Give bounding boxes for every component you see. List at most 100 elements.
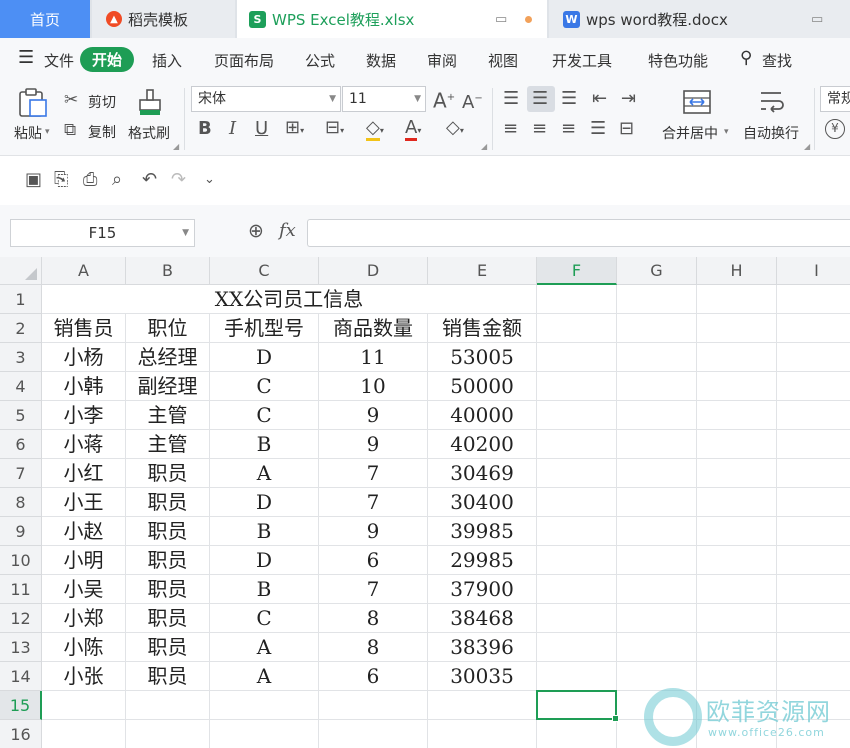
- eraser-icon[interactable]: ◇▾: [446, 119, 464, 140]
- data-cell[interactable]: 小郑: [42, 604, 126, 633]
- empty-cell[interactable]: [210, 691, 319, 720]
- empty-cell[interactable]: [777, 285, 850, 314]
- data-cell[interactable]: 39985: [428, 517, 537, 546]
- empty-cell[interactable]: [697, 314, 777, 343]
- tab-word-document[interactable]: W wps word教程.docx ▭: [549, 0, 850, 38]
- header-cell[interactable]: 职位: [126, 314, 210, 343]
- header-cell[interactable]: 销售员: [42, 314, 126, 343]
- data-cell[interactable]: 小李: [42, 401, 126, 430]
- unsaved-dot-icon[interactable]: [525, 16, 532, 23]
- clipboard-expand-icon[interactable]: ◢: [173, 142, 179, 151]
- row-header-16[interactable]: 16: [0, 720, 42, 748]
- justify-icon[interactable]: ☰: [590, 120, 606, 138]
- data-cell[interactable]: 副经理: [126, 372, 210, 401]
- data-cell[interactable]: 职员: [126, 575, 210, 604]
- bold-icon[interactable]: B: [198, 120, 212, 138]
- paste-button[interactable]: 粘贴: [14, 123, 42, 143]
- align-middle-icon[interactable]: ☰: [532, 90, 548, 108]
- save-icon[interactable]: ▣: [25, 171, 42, 189]
- format-painter-icon[interactable]: [136, 88, 164, 118]
- empty-cell[interactable]: [126, 691, 210, 720]
- data-cell[interactable]: D: [210, 343, 319, 372]
- empty-cell[interactable]: [537, 662, 617, 691]
- data-cell[interactable]: C: [210, 604, 319, 633]
- empty-cell[interactable]: [617, 430, 697, 459]
- font-color-icon[interactable]: A▾: [405, 117, 421, 141]
- format-painter-button[interactable]: 格式刷: [128, 123, 170, 143]
- row-header-3[interactable]: 3: [0, 343, 42, 372]
- font-size-select[interactable]: 11 ▼: [342, 86, 426, 112]
- merge-center-button[interactable]: 合并居中: [662, 123, 718, 143]
- data-cell[interactable]: B: [210, 517, 319, 546]
- data-cell[interactable]: 38396: [428, 633, 537, 662]
- search-icon[interactable]: ⚲: [740, 48, 752, 68]
- menu-special-features[interactable]: 特色功能: [648, 50, 708, 71]
- tab-home[interactable]: 首页: [0, 0, 90, 38]
- column-header-c[interactable]: C: [210, 257, 319, 285]
- italic-icon[interactable]: I: [229, 120, 236, 138]
- alignment-expand-icon[interactable]: ◢: [804, 142, 810, 151]
- data-cell[interactable]: 50000: [428, 372, 537, 401]
- distribute-icon[interactable]: ⊟: [619, 120, 634, 138]
- data-cell[interactable]: 总经理: [126, 343, 210, 372]
- data-cell[interactable]: 主管: [126, 430, 210, 459]
- empty-cell[interactable]: [210, 720, 319, 748]
- row-header-1[interactable]: 1: [0, 285, 42, 314]
- data-cell[interactable]: 职员: [126, 604, 210, 633]
- empty-cell[interactable]: [617, 372, 697, 401]
- row-header-15[interactable]: 15: [0, 691, 42, 720]
- data-cell[interactable]: 8: [319, 633, 428, 662]
- empty-cell[interactable]: [537, 372, 617, 401]
- tab-daoke-templates[interactable]: ▲ 稻壳模板: [92, 0, 235, 38]
- empty-cell[interactable]: [428, 720, 537, 748]
- header-cell[interactable]: 销售金额: [428, 314, 537, 343]
- empty-cell[interactable]: [537, 633, 617, 662]
- row-header-10[interactable]: 10: [0, 546, 42, 575]
- empty-cell[interactable]: [319, 720, 428, 748]
- empty-cell[interactable]: [617, 546, 697, 575]
- empty-cell[interactable]: [617, 488, 697, 517]
- empty-cell[interactable]: [697, 575, 777, 604]
- data-cell[interactable]: B: [210, 575, 319, 604]
- underline-icon[interactable]: U: [255, 120, 268, 138]
- increase-font-size-icon[interactable]: A+: [433, 89, 455, 111]
- select-all-corner[interactable]: [0, 257, 42, 285]
- font-name-select[interactable]: 宋体 ▼: [191, 86, 341, 112]
- data-cell[interactable]: A: [210, 633, 319, 662]
- empty-cell[interactable]: [617, 343, 697, 372]
- header-cell[interactable]: 手机型号: [210, 314, 319, 343]
- empty-cell[interactable]: [777, 517, 850, 546]
- empty-cell[interactable]: [537, 488, 617, 517]
- data-cell[interactable]: 9: [319, 517, 428, 546]
- data-cell[interactable]: B: [210, 430, 319, 459]
- undo-icon[interactable]: ↶: [142, 171, 157, 189]
- menu-file[interactable]: 文件: [44, 50, 74, 71]
- increase-indent-icon[interactable]: ⇥: [621, 90, 636, 108]
- data-cell[interactable]: 37900: [428, 575, 537, 604]
- data-cell[interactable]: 30400: [428, 488, 537, 517]
- empty-cell[interactable]: [42, 691, 126, 720]
- empty-cell[interactable]: [537, 401, 617, 430]
- align-top-icon[interactable]: ☰: [503, 90, 519, 108]
- empty-cell[interactable]: [537, 575, 617, 604]
- menu-view[interactable]: 视图: [488, 50, 518, 71]
- data-cell[interactable]: 小赵: [42, 517, 126, 546]
- empty-cell[interactable]: [126, 720, 210, 748]
- empty-cell[interactable]: [697, 459, 777, 488]
- monitor-icon[interactable]: ▭: [811, 12, 823, 27]
- data-cell[interactable]: 小蒋: [42, 430, 126, 459]
- print-preview-icon[interactable]: ⌕: [112, 171, 122, 189]
- column-header-i[interactable]: I: [777, 257, 850, 285]
- data-cell[interactable]: 小王: [42, 488, 126, 517]
- font-expand-icon[interactable]: ◢: [481, 142, 487, 151]
- empty-cell[interactable]: [777, 633, 850, 662]
- empty-cell[interactable]: [428, 691, 537, 720]
- data-cell[interactable]: 职员: [126, 633, 210, 662]
- data-cell[interactable]: 7: [319, 488, 428, 517]
- data-cell[interactable]: D: [210, 546, 319, 575]
- empty-cell[interactable]: [617, 459, 697, 488]
- wrap-text-icon[interactable]: [757, 88, 787, 116]
- column-header-f[interactable]: F: [537, 257, 617, 285]
- column-header-h[interactable]: H: [697, 257, 777, 285]
- align-bottom-icon[interactable]: ☰: [561, 90, 577, 108]
